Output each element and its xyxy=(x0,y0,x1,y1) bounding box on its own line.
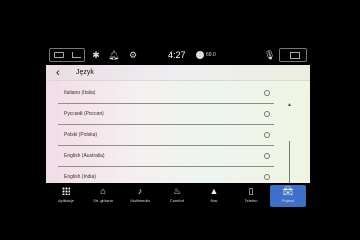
nav-label: Multimedia xyxy=(130,198,150,203)
radio-button[interactable] xyxy=(264,90,270,96)
navigation-arrow-icon: ▲ xyxy=(209,186,219,196)
language-label: English (Australia) xyxy=(64,153,105,159)
seat-icon: ♨ xyxy=(172,186,182,196)
language-label: English (India) xyxy=(64,174,96,180)
bracket-shape xyxy=(72,52,81,58)
radio-button[interactable] xyxy=(264,174,270,180)
media-box-icon[interactable] xyxy=(279,48,307,62)
panel-header: ‹ Język xyxy=(46,65,310,81)
nav-media[interactable]: ♪ Multimedia xyxy=(122,185,158,207)
language-option-english-australia[interactable]: English (Australia) xyxy=(58,146,274,167)
card-shape xyxy=(54,52,64,58)
nav-label: Aplikacje xyxy=(57,198,74,203)
bluetooth-icon: ✱ xyxy=(92,50,100,60)
phone-icon: ▯ xyxy=(248,186,254,196)
language-label: Polski (Polska) xyxy=(64,132,98,138)
microphone-icon[interactable]: 🎙︎ xyxy=(264,48,275,62)
language-option-polski[interactable]: Polski (Polska) xyxy=(58,125,274,146)
language-label: Italiano (Italia) xyxy=(64,90,96,96)
scroll-up-icon[interactable]: ▲ xyxy=(287,102,292,108)
apps-grid-icon xyxy=(48,185,84,198)
nav-home[interactable]: ⌂ Str. główna xyxy=(85,185,121,207)
car-icon: 🚘︎ xyxy=(282,186,294,196)
language-settings-panel: ‹ Język Italiano (Italia) Русский (Росси… xyxy=(46,65,310,183)
temperature-value: 69.0 xyxy=(206,52,216,58)
radio-button[interactable] xyxy=(264,111,270,117)
language-option-russian[interactable]: Русский (Россия) xyxy=(58,104,274,125)
nav-label: Telefon xyxy=(244,198,258,203)
nav-comfort[interactable]: ♨ Comfort xyxy=(159,185,195,207)
screen: ✱ 🔔︎ ⚙ 4:27 69.0 🎙︎ ‹ Język Italiano (It… xyxy=(0,0,360,240)
clock-time: 4:27 xyxy=(168,50,186,60)
media-shape xyxy=(290,52,300,59)
language-option-english-india[interactable]: English (India) xyxy=(58,167,274,183)
temperature-readout: 69.0 xyxy=(196,50,216,60)
status-bar: ✱ 🔔︎ ⚙ 4:27 69.0 🎙︎ xyxy=(46,46,310,64)
radio-button[interactable] xyxy=(264,132,270,138)
scrollbar[interactable] xyxy=(289,141,290,183)
nav-apps[interactable]: Aplikacje xyxy=(48,185,84,207)
music-note-icon: ♪ xyxy=(137,186,143,196)
language-option-italiano[interactable]: Italiano (Italia) xyxy=(58,83,274,104)
weather-icon xyxy=(196,50,204,59)
back-arrow-icon[interactable]: ‹ xyxy=(56,66,60,80)
nav-phone[interactable]: ▯ Telefon xyxy=(233,185,269,207)
nav-label: Nav xyxy=(210,198,218,203)
nav-navigation[interactable]: ▲ Nav xyxy=(196,185,232,207)
nav-label: Comfort xyxy=(169,198,185,203)
language-list: Italiano (Italia) Русский (Россия) Polsk… xyxy=(46,81,310,183)
nav-vehicle[interactable]: 🚘︎ Pojazd xyxy=(270,185,306,207)
language-label: Русский (Россия) xyxy=(64,111,104,117)
gear-icon[interactable]: ⚙ xyxy=(128,48,138,62)
profile-box-icon[interactable] xyxy=(49,48,85,62)
nav-label: Str. główna xyxy=(93,198,113,203)
bell-icon[interactable]: 🔔︎ xyxy=(108,48,119,62)
radio-button[interactable] xyxy=(264,153,270,159)
bottom-navigation: Aplikacje ⌂ Str. główna ♪ Multimedia ♨ C… xyxy=(46,185,310,207)
home-icon: ⌂ xyxy=(100,186,106,196)
nav-label: Pojazd xyxy=(281,198,295,203)
page-title: Język xyxy=(76,69,94,76)
